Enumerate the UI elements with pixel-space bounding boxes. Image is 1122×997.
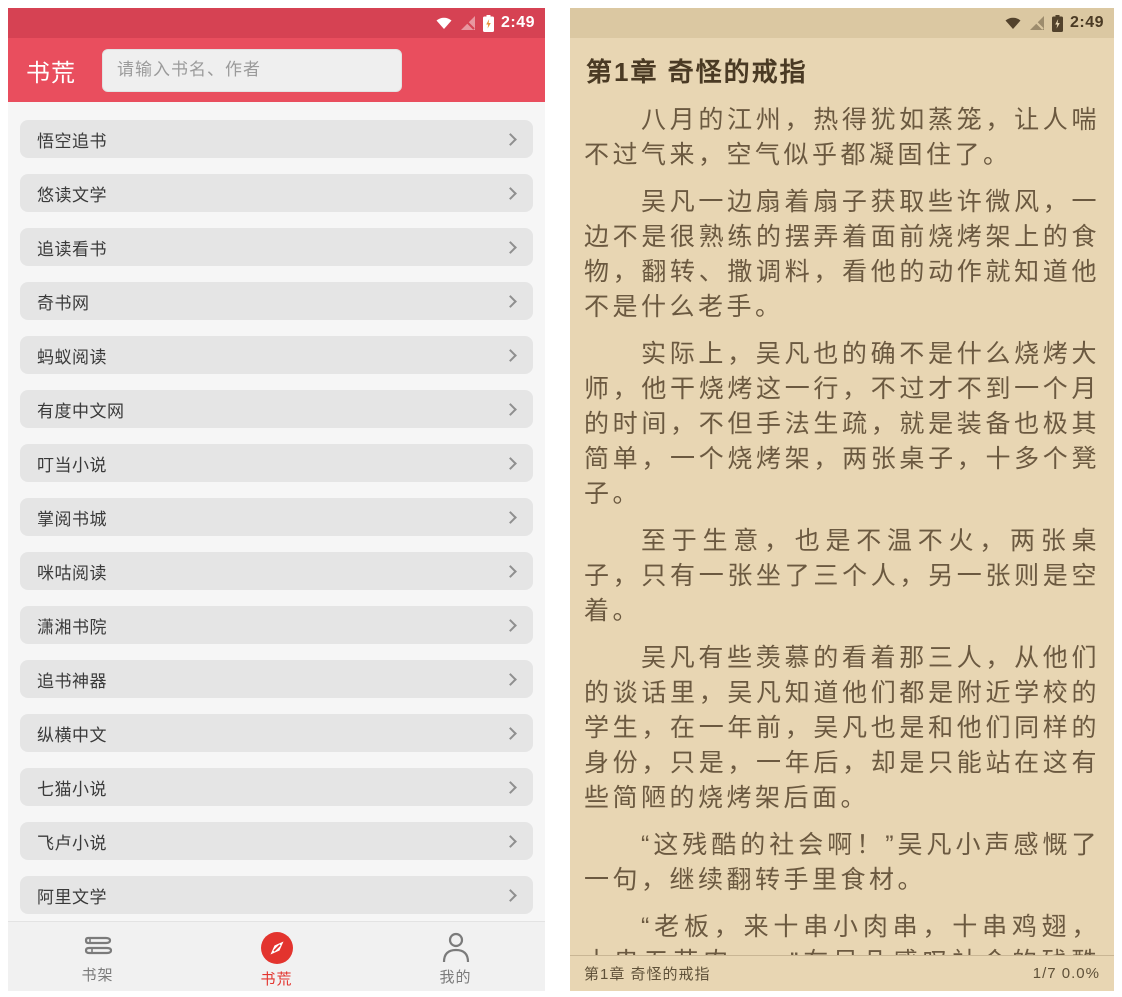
- book-source-item[interactable]: 七猫小说: [20, 768, 533, 806]
- nav-tab-profile[interactable]: 我的: [366, 922, 545, 991]
- book-source-label: 纵横中文: [37, 721, 107, 746]
- cell-signal-off-icon: [460, 16, 476, 30]
- battery-charging-icon: [483, 15, 494, 32]
- nav-label: 我的: [439, 966, 471, 987]
- search-input[interactable]: [102, 49, 402, 92]
- nav-label: 书荒: [260, 968, 292, 989]
- book-source-label: 叮当小说: [37, 451, 107, 476]
- chevron-right-icon: [504, 673, 517, 686]
- chapter-paragraph: “老板，来十串小肉串，十串鸡翅，十串五花肉……”在吴凡感叹社会的残酷的时候，一道…: [584, 910, 1100, 955]
- status-time: 2:49: [1070, 14, 1104, 32]
- bottom-navigation: 书架 书荒 我的: [8, 921, 545, 991]
- app-title: 书荒: [26, 53, 76, 88]
- footer-progress: 1/7 0.0%: [1033, 965, 1100, 982]
- nav-tab-book-discovery[interactable]: 书荒: [187, 922, 366, 991]
- book-source-app-screen: 2:49 书荒 悟空追书 悠读文学 追读看书 奇书网: [8, 8, 545, 991]
- book-source-label: 悟空追书: [37, 127, 107, 152]
- reader-page[interactable]: 第1章 奇怪的戒指 八月的江州，热得犹如蒸笼，让人喘不过气来，空气似乎都凝固住了…: [570, 38, 1114, 955]
- footer-chapter-name: 第1章 奇怪的戒指: [584, 963, 711, 984]
- book-source-item[interactable]: 纵横中文: [20, 714, 533, 752]
- book-source-label: 阿里文学: [37, 883, 107, 908]
- chapter-paragraph: 吴凡有些羡慕的看着那三人，从他们的谈话里，吴凡知道他们都是附近学校的学生，在一年…: [584, 641, 1100, 816]
- book-source-label: 咪咕阅读: [37, 559, 107, 584]
- person-icon: [439, 931, 473, 963]
- chapter-paragraph: 吴凡一边扇着扇子获取些许微风，一边不是很熟练的摆弄着面前烧烤架上的食物，翻转、撒…: [584, 185, 1100, 325]
- book-source-label: 追读看书: [37, 235, 107, 260]
- chevron-right-icon: [504, 835, 517, 848]
- book-source-item[interactable]: 蚂蚁阅读: [20, 336, 533, 374]
- nav-label: 书架: [81, 964, 113, 985]
- book-source-item[interactable]: 叮当小说: [20, 444, 533, 482]
- cell-signal-off-icon: [1029, 16, 1045, 30]
- chapter-paragraph: 八月的江州，热得犹如蒸笼，让人喘不过气来，空气似乎都凝固住了。: [584, 103, 1100, 173]
- chapter-paragraph: “这残酷的社会啊！”吴凡小声感慨了一句，继续翻转手里食材。: [584, 828, 1100, 898]
- chapter-title: 第1章 奇怪的戒指: [586, 52, 1100, 89]
- chevron-right-icon: [504, 403, 517, 416]
- chevron-right-icon: [504, 889, 517, 902]
- bookshelf-icon: [80, 931, 116, 961]
- book-source-item[interactable]: 潇湘书院: [20, 606, 533, 644]
- book-source-item[interactable]: 悟空追书: [20, 120, 533, 158]
- chapter-text: 八月的江州，热得犹如蒸笼，让人喘不过气来，空气似乎都凝固住了。吴凡一边扇着扇子获…: [584, 103, 1100, 955]
- book-source-label: 七猫小说: [37, 775, 107, 800]
- chevron-right-icon: [504, 781, 517, 794]
- book-source-label: 有度中文网: [37, 397, 125, 422]
- chevron-right-icon: [504, 727, 517, 740]
- book-source-label: 掌阅书城: [37, 505, 107, 530]
- chevron-right-icon: [504, 457, 517, 470]
- status-time: 2:49: [501, 14, 535, 32]
- book-source-item[interactable]: 追读看书: [20, 228, 533, 266]
- book-source-label: 悠读文学: [37, 181, 107, 206]
- status-bar: 2:49: [570, 8, 1114, 38]
- wifi-icon: [1004, 16, 1022, 30]
- book-source-item[interactable]: 咪咕阅读: [20, 552, 533, 590]
- reader-app-screen[interactable]: 2:49 第1章 奇怪的戒指 八月的江州，热得犹如蒸笼，让人喘不过气来，空气似乎…: [570, 8, 1114, 991]
- chevron-right-icon: [504, 187, 517, 200]
- book-source-item[interactable]: 有度中文网: [20, 390, 533, 428]
- book-source-item[interactable]: 阿里文学: [20, 876, 533, 914]
- book-source-item[interactable]: 奇书网: [20, 282, 533, 320]
- book-source-label: 蚂蚁阅读: [37, 343, 107, 368]
- chevron-right-icon: [504, 619, 517, 632]
- book-source-label: 潇湘书院: [37, 613, 107, 638]
- chevron-right-icon: [504, 295, 517, 308]
- book-source-label: 奇书网: [37, 289, 90, 314]
- chevron-right-icon: [504, 349, 517, 362]
- screenshot-stage: 2:49 书荒 悟空追书 悠读文学 追读看书 奇书网: [0, 0, 1122, 997]
- compass-icon: [260, 931, 294, 965]
- reader-footer: 第1章 奇怪的戒指 1/7 0.0%: [570, 955, 1114, 991]
- book-source-label: 飞卢小说: [37, 829, 107, 854]
- battery-charging-icon: [1052, 15, 1063, 32]
- chevron-right-icon: [504, 511, 517, 524]
- chevron-right-icon: [504, 133, 517, 146]
- book-source-item[interactable]: 追书神器: [20, 660, 533, 698]
- book-source-item[interactable]: 飞卢小说: [20, 822, 533, 860]
- book-source-item[interactable]: 悠读文学: [20, 174, 533, 212]
- book-source-label: 追书神器: [37, 667, 107, 692]
- chapter-paragraph: 实际上，吴凡也的确不是什么烧烤大师，他干烧烤这一行，不过才不到一个月的时间，不但…: [584, 337, 1100, 512]
- wifi-icon: [435, 16, 453, 30]
- app-header: 书荒: [8, 38, 545, 102]
- status-bar: 2:49: [8, 8, 545, 38]
- book-source-list: 悟空追书 悠读文学 追读看书 奇书网 蚂蚁阅读: [8, 102, 545, 914]
- nav-tab-bookshelf[interactable]: 书架: [8, 922, 187, 991]
- chevron-right-icon: [504, 241, 517, 254]
- chevron-right-icon: [504, 565, 517, 578]
- book-source-item[interactable]: 掌阅书城: [20, 498, 533, 536]
- chapter-paragraph: 至于生意，也是不温不火，两张桌子，只有一张坐了三个人，另一张则是空着。: [584, 524, 1100, 629]
